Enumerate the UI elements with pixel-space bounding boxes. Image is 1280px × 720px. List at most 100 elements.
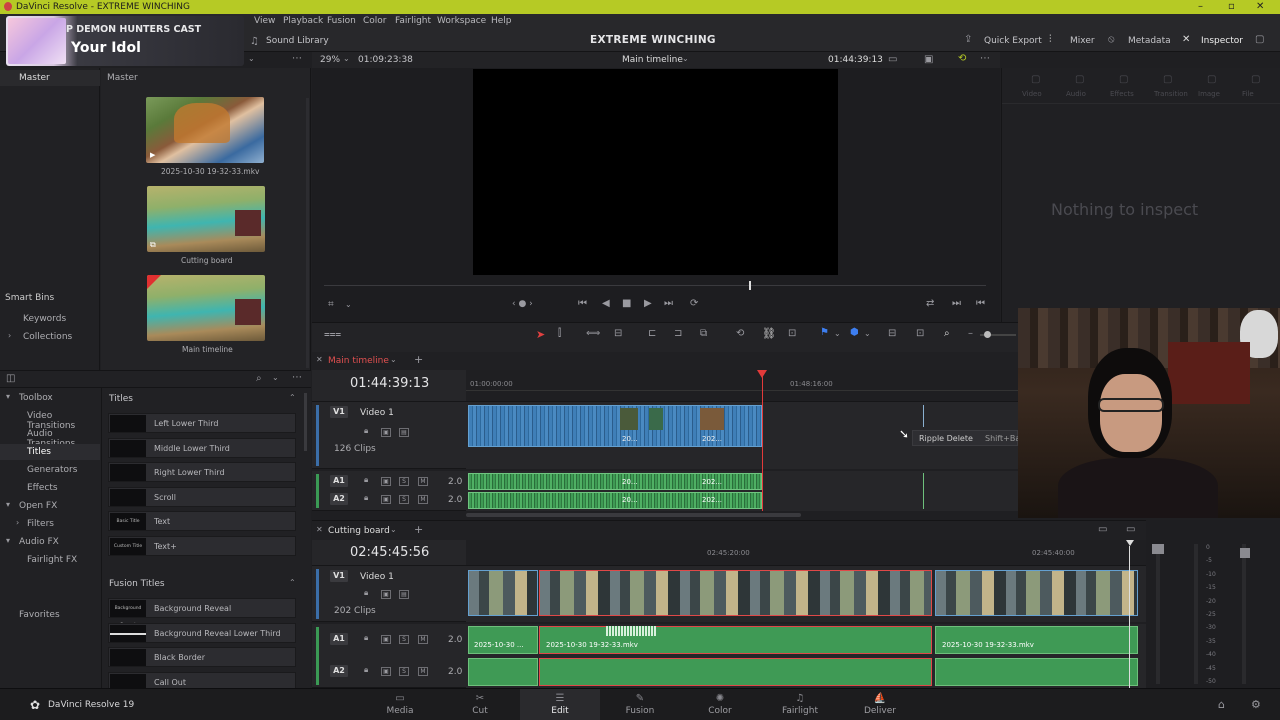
maximize-icon[interactable]: ▫ (1228, 1, 1235, 12)
close-timeline-icon[interactable]: ✕ (316, 355, 323, 364)
menu-help[interactable]: Help (491, 16, 512, 26)
solo-icon[interactable]: S (399, 477, 409, 486)
cb-track-tag-a2[interactable]: A2 (330, 665, 348, 677)
sound-library-button[interactable]: Sound Library (266, 36, 329, 46)
inspector-tab-video-icon[interactable]: ▢ (1031, 74, 1040, 85)
title-card[interactable]: Background Reveal Background Reveal (108, 598, 296, 628)
detail-zoom-icon[interactable]: ⊡ (916, 328, 924, 339)
match-frame-icon[interactable]: ⇄ (926, 298, 934, 309)
inspector-button[interactable]: Inspector (1201, 36, 1243, 46)
effects-more-icon[interactable]: ⋯ (292, 372, 302, 383)
viewer-zoom[interactable]: 29% (320, 55, 340, 65)
clip-thumbnail-main-timeline[interactable] (147, 275, 265, 341)
audio-clip-block-selected[interactable] (539, 658, 932, 686)
inspector-tab-video[interactable]: Video (1022, 90, 1042, 98)
viewer-canvas[interactable] (473, 69, 838, 275)
full-extent-zoom-icon[interactable]: ⊟ (888, 328, 896, 339)
audio-clip-block[interactable] (935, 658, 1138, 686)
add-timeline-icon[interactable]: + (414, 353, 423, 366)
tab-cutting-board[interactable]: Cutting board (328, 526, 390, 536)
zoom-out-icon[interactable]: – (968, 328, 973, 339)
prev-edit-icon[interactable]: ⏮ (976, 298, 985, 309)
bin-master[interactable]: Master (19, 73, 50, 83)
cb-playhead-line[interactable] (1129, 546, 1130, 688)
cb-track-tag-a1[interactable]: A1 (330, 633, 348, 645)
track-tag-v1[interactable]: V1 (330, 406, 348, 418)
more-options-icon[interactable]: ⋯ (292, 53, 302, 64)
menu-view[interactable]: View (254, 16, 275, 26)
fader-handle[interactable] (1152, 544, 1164, 554)
blade-tool-icon[interactable]: ⊟ (614, 328, 622, 339)
auto-select-icon[interactable]: ▣ (381, 590, 391, 599)
menu-fusion[interactable]: Fusion (327, 16, 356, 26)
replace-clip-icon[interactable]: ⧉ (700, 328, 707, 339)
metadata-icon[interactable]: ⦸ (1108, 34, 1115, 45)
jog-control-icon[interactable]: ‹ ● › (512, 299, 533, 309)
dynamic-trim-icon[interactable]: ⟺ (586, 328, 600, 339)
collapse-titles-icon[interactable]: ⌃ (289, 393, 296, 402)
marker-icon[interactable]: ⬢ (850, 327, 859, 338)
chevron-right-icon[interactable]: › (16, 518, 19, 527)
main-timeline-ruler[interactable]: 01:00:00:00 01:48:16:00 (466, 370, 1018, 402)
playhead-line[interactable] (762, 372, 763, 511)
title-card[interactable]: Right Lower Third (108, 462, 296, 483)
inspector-tab-image[interactable]: Image (1198, 90, 1220, 98)
position-lock-icon[interactable]: ⊡ (788, 328, 796, 339)
clip-thumbnail-mkv[interactable]: ▶ (146, 97, 264, 163)
add-timeline-icon[interactable]: + (414, 523, 423, 536)
custom-zoom-icon[interactable]: ⌕ (944, 328, 950, 339)
mute-icon[interactable]: M (418, 667, 428, 676)
transform-icon[interactable]: ⌗ (328, 299, 334, 310)
title-card[interactable]: Scroll (108, 486, 296, 507)
lock-track-icon[interactable]: 🔒︎ (364, 475, 368, 485)
timeline-dropdown-icon[interactable]: ⌄ (682, 54, 689, 63)
title-card[interactable]: Black Border (108, 647, 296, 668)
cutting-board-dropdown-icon[interactable]: ⌄ (390, 525, 397, 534)
timeline-selector[interactable]: Main timeline (622, 55, 683, 65)
effects-search-icon[interactable]: ⌕ (256, 373, 262, 384)
quick-export-button[interactable]: Quick Export (984, 36, 1042, 46)
lock-track-icon[interactable]: 🔒︎ (364, 426, 368, 436)
auto-select-icon[interactable]: ▣ (381, 477, 391, 486)
page-tab-cut[interactable]: ✂ Cut (440, 689, 520, 720)
fader-handle[interactable] (1240, 548, 1250, 558)
title-card[interactable]: Middle Lower Third (108, 437, 296, 458)
title-card[interactable]: Basic Title Text (108, 511, 296, 532)
page-tab-edit[interactable]: ☰ Edit (520, 689, 600, 720)
title-card[interactable]: Background Reveal Lower Third (108, 622, 296, 643)
media-pool-scrollbar[interactable] (306, 98, 309, 368)
solo-icon[interactable]: S (399, 635, 409, 644)
collections-expand-icon[interactable]: › (8, 331, 11, 340)
fx-tree-fairlight-fx[interactable]: Fairlight FX (27, 555, 77, 565)
inspector-tab-transition[interactable]: Transition (1154, 90, 1188, 98)
inspector-tab-audio-icon[interactable]: ▢ (1075, 74, 1084, 85)
viewer-options-icon[interactable]: ▭ (888, 54, 897, 65)
home-icon[interactable]: ⌂ (1218, 698, 1225, 711)
viewer-scrubber[interactable] (324, 285, 986, 286)
sound-library-icon[interactable]: ♫ (250, 36, 259, 47)
cb-track-v1-lane[interactable] (466, 566, 1146, 622)
quick-export-icon[interactable]: ⇪ (964, 34, 972, 45)
fx-tree-generators[interactable]: Generators (27, 465, 77, 475)
timeline-layout-icon[interactable]: ▭ (1126, 524, 1135, 535)
next-edit-icon[interactable]: ⏭ (952, 298, 961, 309)
search-dropdown-icon[interactable]: ⌄ (272, 373, 279, 382)
page-tab-media[interactable]: ▭ Media (360, 689, 440, 720)
inspector-tab-effects-icon[interactable]: ▢ (1119, 74, 1128, 85)
auto-select-icon[interactable]: ▣ (381, 635, 391, 644)
lock-track-icon[interactable]: 🔒︎ (364, 665, 368, 675)
loop-icon[interactable]: ⟲ (958, 53, 966, 64)
close-icon[interactable]: ✕ (1256, 1, 1264, 12)
audio-clip-block[interactable] (468, 626, 538, 654)
mute-icon[interactable]: M (418, 635, 428, 644)
menu-workspace[interactable]: Workspace (437, 16, 486, 26)
inspector-tab-file[interactable]: File (1242, 90, 1254, 98)
flag-dropdown-icon[interactable]: ⌄ (834, 329, 841, 338)
page-tab-color[interactable]: ✺ Color (680, 689, 760, 720)
title-card[interactable]: Left Lower Third (108, 413, 296, 433)
track-tag-a2[interactable]: A2 (330, 493, 348, 505)
fx-tree-video-transitions[interactable]: Video Transitions (27, 411, 100, 431)
chevron-down-icon[interactable]: ▾ (6, 536, 10, 545)
chevron-down-icon[interactable]: ⌄ (248, 54, 255, 63)
cb-track-tag-v1[interactable]: V1 (330, 570, 348, 582)
